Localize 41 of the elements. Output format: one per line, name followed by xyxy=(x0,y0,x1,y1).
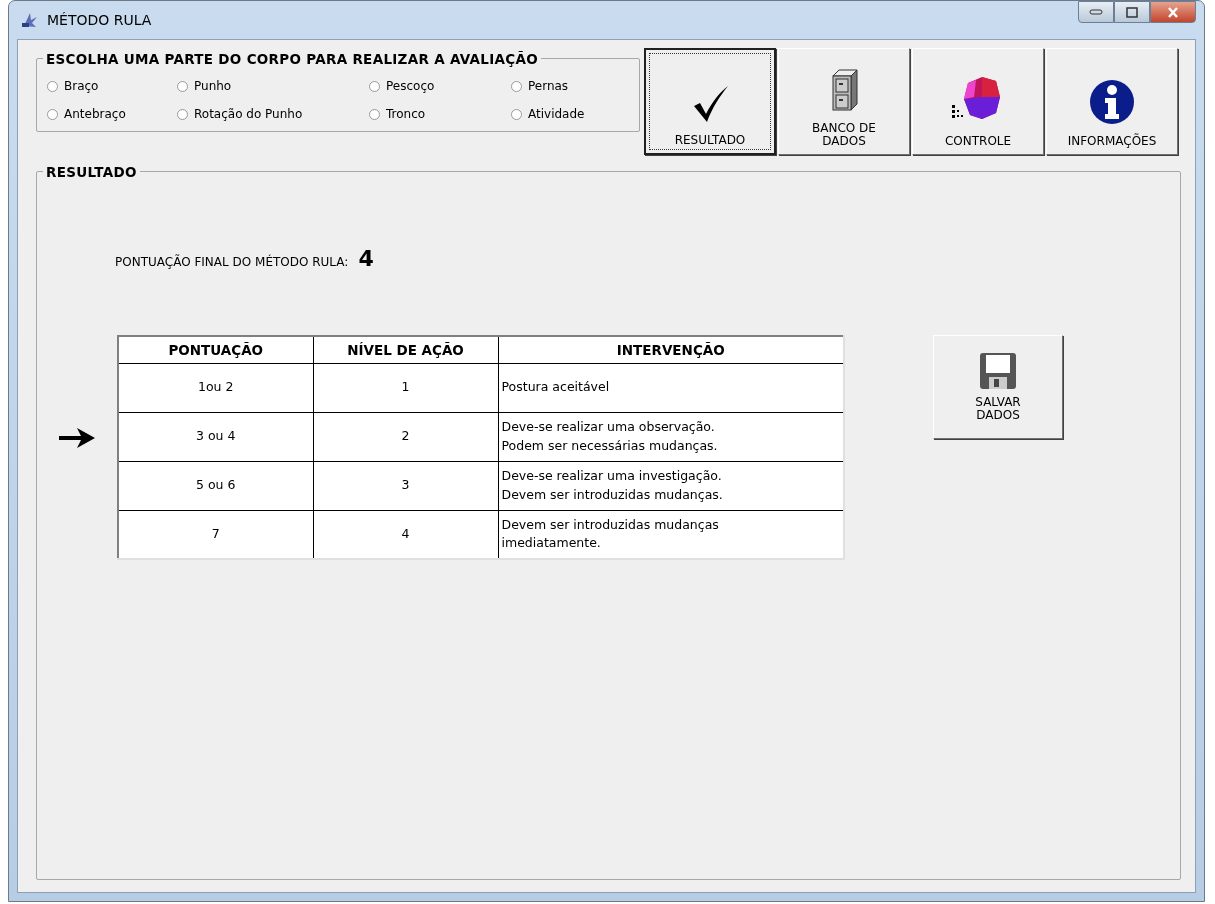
table-cell: Devem ser introduzidas mudanças imediatamente. xyxy=(498,510,844,559)
radio-option[interactable]: Atividade xyxy=(511,105,629,123)
close-icon xyxy=(1167,6,1179,18)
table-cell: 4 xyxy=(313,510,498,559)
maximize-icon xyxy=(1126,6,1138,18)
toolbar-button[interactable]: RESULTADO xyxy=(644,48,776,155)
table-cell: 1ou 2 xyxy=(118,363,313,412)
toolbar-button[interactable]: CONTROLE xyxy=(912,48,1044,155)
save-button[interactable]: SALVAR DADOS xyxy=(933,335,1063,439)
score-label: PONTUAÇÃO FINAL DO MÉTODO RULA: xyxy=(115,253,349,271)
column-header: PONTUAÇÃO xyxy=(118,336,313,363)
group-title: ESCOLHA UMA PARTE DO CORPO PARA REALIZAR A AVALIAÇÃO xyxy=(43,49,541,70)
radio-option[interactable]: Braço xyxy=(47,77,177,95)
info-icon xyxy=(1089,78,1135,125)
minimize-button[interactable] xyxy=(1078,1,1114,23)
table-cell: 3 ou 4 xyxy=(118,412,313,461)
table-cell: 3 xyxy=(313,461,498,510)
radio-option[interactable]: Punho xyxy=(177,77,369,95)
minimize-icon xyxy=(1089,9,1103,15)
radio-option[interactable]: Pernas xyxy=(511,77,629,95)
table-cell: 5 ou 6 xyxy=(118,461,313,510)
toolbar-button[interactable]: INFORMAÇÕES xyxy=(1046,48,1178,155)
radio-option[interactable]: Rotação do Punho xyxy=(177,105,369,123)
score-value: 4 xyxy=(358,245,374,273)
close-button[interactable] xyxy=(1150,1,1196,23)
window-title: MÉTODO RULA xyxy=(47,10,152,30)
table-cell: 1 xyxy=(313,363,498,412)
table-cell: Deve-se realizar uma investigação. Devem ser introduzidas mudanças. xyxy=(498,461,844,510)
radio-option[interactable]: Antebraço xyxy=(47,105,177,123)
column-header: INTERVENÇÃO xyxy=(498,336,844,363)
table-cell: Deve-se realizar uma observação. Podem ser necessárias mudanças. xyxy=(498,412,844,461)
table-cell: 2 xyxy=(313,412,498,461)
table-cell: Postura aceitável xyxy=(498,363,844,412)
radio-option[interactable]: Pescoço xyxy=(369,77,511,95)
table-cell: 7 xyxy=(118,510,313,559)
toolbar-button[interactable]: BANCO DE DADOS xyxy=(778,48,910,155)
app-icon xyxy=(21,11,39,29)
radio-option[interactable]: Tronco xyxy=(369,105,511,123)
maximize-button[interactable] xyxy=(1114,1,1150,23)
column-header: NÍVEL DE AÇÃO xyxy=(313,336,498,363)
filing-cabinet-icon xyxy=(829,67,859,112)
